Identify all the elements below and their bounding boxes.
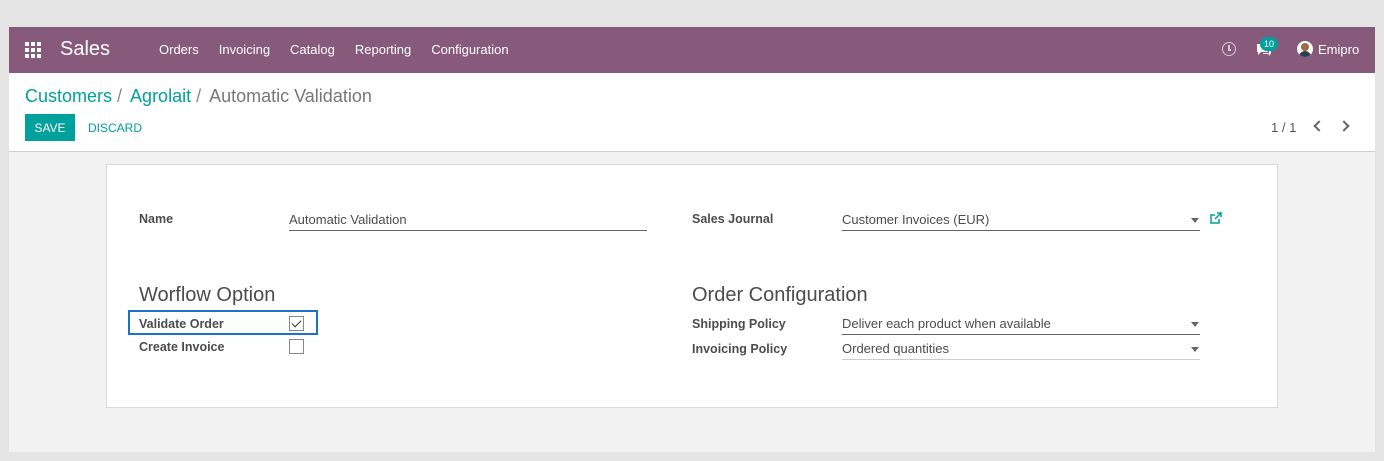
breadcrumb-agrolait[interactable]: Agrolait <box>130 86 191 107</box>
order-configuration-title: Order Configuration <box>692 284 868 306</box>
breadcrumb-current: Automatic Validation <box>209 86 372 106</box>
avatar[interactable] <box>1297 41 1313 57</box>
invoicing-policy-value: Ordered quantities <box>842 341 949 356</box>
caret-down-icon <box>1191 218 1199 223</box>
app-window: Sales Orders Invoicing Catalog Reporting… <box>9 27 1375 452</box>
breadcrumb-separator: / <box>196 86 202 106</box>
name-field[interactable]: Automatic Validation <box>289 211 647 231</box>
pager-value[interactable]: 1 / 1 <box>1271 120 1296 135</box>
external-link-icon[interactable] <box>1210 212 1222 224</box>
activity-clock-icon[interactable] <box>1222 42 1236 56</box>
caret-down-icon <box>1191 347 1199 352</box>
invoicing-policy-select[interactable]: Ordered quantities <box>842 340 1200 360</box>
invoicing-policy-label: Invoicing Policy <box>692 342 788 356</box>
chevron-left-icon[interactable] <box>1313 120 1325 132</box>
app-brand: Sales <box>60 38 111 60</box>
main-menu: Orders Invoicing Catalog Reporting Confi… <box>159 42 529 57</box>
breadcrumb-separator: / <box>117 86 123 106</box>
menu-configuration[interactable]: Configuration <box>431 42 508 57</box>
top-navbar: Sales Orders Invoicing Catalog Reporting… <box>9 27 1375 73</box>
breadcrumb: Customers / Agrolait / Automatic Validat… <box>25 86 372 107</box>
menu-reporting[interactable]: Reporting <box>355 42 411 57</box>
shipping-policy-select[interactable]: Deliver each product when available <box>842 315 1200 335</box>
validate-order-checkbox[interactable] <box>289 316 304 331</box>
control-panel: Customers / Agrolait / Automatic Validat… <box>9 73 1375 152</box>
validate-order-label: Validate Order <box>139 317 224 331</box>
save-button[interactable]: SAVE <box>25 114 75 141</box>
breadcrumb-customers[interactable]: Customers <box>25 86 112 107</box>
user-menu[interactable]: Emipro <box>1318 42 1359 57</box>
menu-invoicing[interactable]: Invoicing <box>219 42 270 57</box>
notification-badge: 10 <box>1260 37 1278 51</box>
caret-down-icon <box>1191 322 1199 327</box>
apps-grid-icon[interactable] <box>25 42 41 58</box>
menu-orders[interactable]: Orders <box>159 42 199 57</box>
name-label: Name <box>139 212 174 226</box>
create-invoice-checkbox[interactable] <box>289 339 304 354</box>
chevron-right-icon[interactable] <box>1338 120 1350 132</box>
workflow-option-title: Worflow Option <box>139 284 276 306</box>
sales-journal-select[interactable]: Customer Invoices (EUR) <box>842 211 1200 231</box>
sales-journal-value: Customer Invoices (EUR) <box>842 212 990 227</box>
sales-journal-label: Sales Journal <box>692 212 774 226</box>
menu-catalog[interactable]: Catalog <box>290 42 335 57</box>
create-invoice-label: Create Invoice <box>139 340 225 354</box>
shipping-policy-label: Shipping Policy <box>692 317 786 331</box>
discard-button[interactable]: DISCARD <box>88 121 142 135</box>
shipping-policy-value: Deliver each product when available <box>842 316 1051 331</box>
form-sheet: Name Automatic Validation Sales Journal … <box>106 164 1278 408</box>
